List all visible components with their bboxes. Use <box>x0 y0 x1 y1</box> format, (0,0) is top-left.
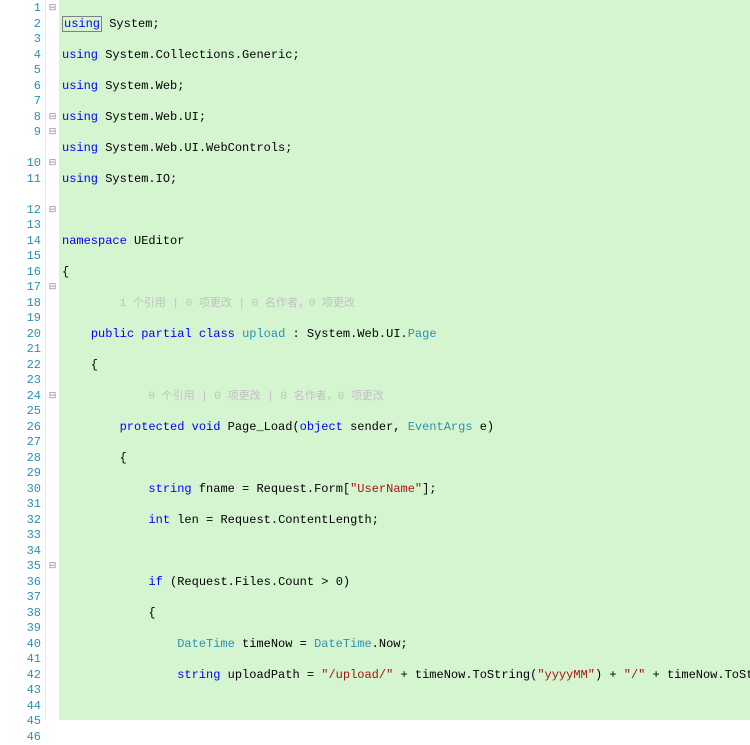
line-number: 7 <box>0 94 41 110</box>
fold-toggle[interactable] <box>46 249 59 265</box>
fold-toggle[interactable] <box>46 590 59 606</box>
fold-toggle[interactable] <box>46 48 59 64</box>
fold-toggle[interactable] <box>46 637 59 653</box>
line-number: 4 <box>0 48 41 64</box>
fold-toggle[interactable] <box>46 621 59 637</box>
line-number: 5 <box>0 63 41 79</box>
fold-toggle[interactable] <box>46 373 59 389</box>
line-number: 16 <box>0 265 41 281</box>
line-number: 9 <box>0 125 41 141</box>
fold-toggle[interactable] <box>46 435 59 451</box>
fold-toggle[interactable] <box>46 668 59 684</box>
fold-toggle[interactable] <box>46 63 59 79</box>
fold-toggle[interactable] <box>46 420 59 436</box>
fold-toggle[interactable] <box>46 544 59 560</box>
line-number: 45 <box>0 714 41 730</box>
fold-toggle[interactable] <box>46 482 59 498</box>
fold-toggle[interactable] <box>46 172 59 188</box>
line-number: 38 <box>0 606 41 622</box>
fold-toggle[interactable] <box>46 606 59 622</box>
fold-toggle[interactable]: ⊟ <box>46 1 59 17</box>
line-number: 36 <box>0 575 41 591</box>
line-number: 17 <box>0 280 41 296</box>
line-number: 26 <box>0 420 41 436</box>
fold-toggle[interactable]: ⊟ <box>46 280 59 296</box>
fold-toggle[interactable] <box>46 497 59 513</box>
line-number: 27 <box>0 435 41 451</box>
fold-toggle[interactable] <box>46 451 59 467</box>
fold-toggle[interactable] <box>46 699 59 715</box>
line-number: 44 <box>0 699 41 715</box>
fold-toggle[interactable]: ⊟ <box>46 156 59 172</box>
line-number: 14 <box>0 234 41 250</box>
line-number: 39 <box>0 621 41 637</box>
line-number: 2 <box>0 17 41 33</box>
line-number: 29 <box>0 466 41 482</box>
line-number: 31 <box>0 497 41 513</box>
line-number: 46 <box>0 730 41 745</box>
fold-toggle[interactable] <box>46 296 59 312</box>
line-number: 32 <box>0 513 41 529</box>
line-number: 11 <box>0 172 41 188</box>
fold-toggle[interactable] <box>46 342 59 358</box>
fold-toggle[interactable] <box>46 714 59 730</box>
line-number: 24 <box>0 389 41 405</box>
code-editor[interactable]: using System; using System.Collections.G… <box>60 0 750 720</box>
fold-toggle[interactable] <box>46 17 59 33</box>
line-number-gutter: 1234567891011121314151617181920212223242… <box>0 0 46 720</box>
fold-toggle[interactable] <box>46 528 59 544</box>
line-number: 35 <box>0 559 41 575</box>
fold-toggle[interactable] <box>46 32 59 48</box>
codelens[interactable]: 1 个引用 | 0 项更改 | 0 名作者，0 项更改 <box>120 298 355 310</box>
fold-toggle[interactable] <box>46 575 59 591</box>
fold-toggle[interactable] <box>46 265 59 281</box>
line-number: 20 <box>0 327 41 343</box>
line-number: 23 <box>0 373 41 389</box>
codelens[interactable]: 0 个引用 | 0 项更改 | 0 名作者，0 项更改 <box>148 391 383 403</box>
line-number: 6 <box>0 79 41 95</box>
line-number: 1 <box>0 1 41 17</box>
line-number: 30 <box>0 482 41 498</box>
line-number: 33 <box>0 528 41 544</box>
fold-toggle[interactable] <box>46 358 59 374</box>
line-number: 8 <box>0 110 41 126</box>
line-number: 18 <box>0 296 41 312</box>
line-number: 25 <box>0 404 41 420</box>
fold-toggle[interactable]: ⊟ <box>46 110 59 126</box>
line-number: 21 <box>0 342 41 358</box>
line-number: 43 <box>0 683 41 699</box>
fold-toggle[interactable]: ⊟ <box>46 389 59 405</box>
fold-toggle[interactable] <box>46 327 59 343</box>
fold-toggle[interactable] <box>46 730 59 745</box>
line-number: 40 <box>0 637 41 653</box>
fold-column[interactable]: ⊟⊟⊟⊟⊟⊟⊟⊟ <box>46 0 60 720</box>
line-number: 10 <box>0 156 41 172</box>
fold-toggle[interactable]: ⊟ <box>46 203 59 219</box>
fold-toggle[interactable] <box>46 79 59 95</box>
fold-toggle[interactable] <box>46 404 59 420</box>
fold-toggle[interactable] <box>46 513 59 529</box>
line-number: 28 <box>0 451 41 467</box>
fold-toggle[interactable] <box>46 466 59 482</box>
fold-toggle[interactable] <box>46 234 59 250</box>
fold-toggle[interactable] <box>46 94 59 110</box>
line-number: 12 <box>0 203 41 219</box>
line-number: 13 <box>0 218 41 234</box>
fold-toggle[interactable] <box>46 218 59 234</box>
line-number: 3 <box>0 32 41 48</box>
line-number: 41 <box>0 652 41 668</box>
fold-toggle[interactable]: ⊟ <box>46 559 59 575</box>
line-number: 15 <box>0 249 41 265</box>
fold-toggle[interactable]: ⊟ <box>46 125 59 141</box>
fold-toggle[interactable] <box>46 652 59 668</box>
line-number: 42 <box>0 668 41 684</box>
fold-toggle[interactable] <box>46 683 59 699</box>
line-number: 19 <box>0 311 41 327</box>
fold-toggle[interactable] <box>46 311 59 327</box>
line-number: 37 <box>0 590 41 606</box>
line-number: 34 <box>0 544 41 560</box>
line-number: 22 <box>0 358 41 374</box>
